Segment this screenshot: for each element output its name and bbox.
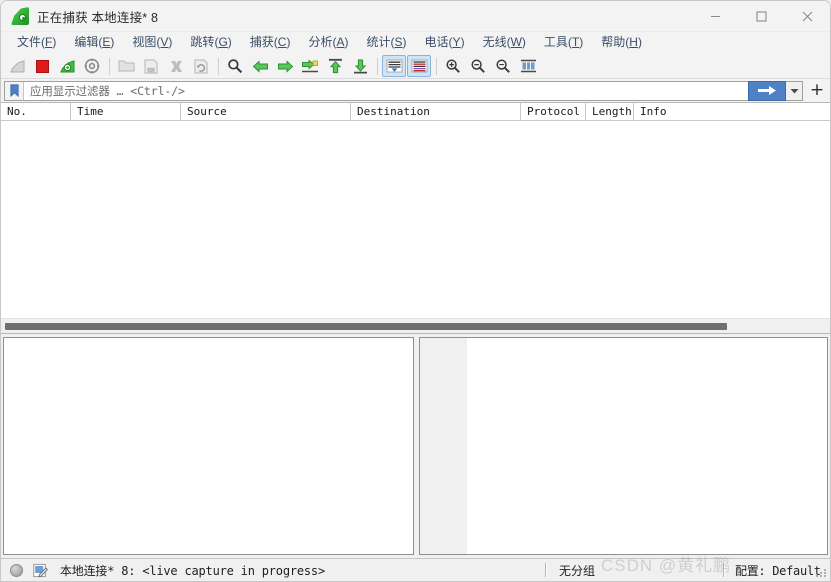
column-header-destination[interactable]: Destination [351, 103, 521, 120]
save-file-icon[interactable]: 010 [139, 55, 163, 77]
resize-columns-icon[interactable] [516, 55, 540, 77]
column-header-source[interactable]: Source [181, 103, 351, 120]
menu-item-analyze[interactable]: 分析(A) [299, 33, 357, 53]
capture-comment-icon[interactable] [33, 563, 49, 578]
packet-list-rows[interactable] [1, 121, 830, 318]
packet-grouping-status[interactable]: 无分组 [539, 562, 595, 579]
expert-info-circle-icon[interactable] [10, 563, 23, 577]
restart-capture-icon[interactable] [55, 55, 79, 77]
start-capture-icon[interactable] [5, 55, 29, 77]
stop-capture-icon[interactable] [30, 55, 54, 77]
resize-grip-icon[interactable] [816, 567, 827, 578]
menu-item-go[interactable]: 跳转(G) [181, 33, 240, 53]
menu-bar: 文件(F) 编辑(E) 视图(V) 跳转(G) 捕获(C) 分析(A) 统计(S… [1, 32, 830, 54]
go-to-first-icon[interactable] [323, 55, 347, 77]
colorize-packets-icon[interactable] [407, 55, 431, 77]
add-filter-button[interactable]: + [807, 81, 827, 101]
packet-list-horizontal-scrollbar[interactable] [1, 318, 830, 333]
display-filter-input[interactable]: 应用显示过滤器 … <Ctrl-/> [24, 83, 185, 99]
menu-item-capture[interactable]: 捕获(C) [241, 33, 300, 53]
display-filter-input-wrap[interactable]: 应用显示过滤器 … <Ctrl-/> [4, 80, 748, 101]
close-file-icon[interactable] [164, 55, 188, 77]
scrollbar-thumb[interactable] [5, 322, 728, 330]
menu-item-tools[interactable]: 工具(T) [535, 33, 592, 53]
zoom-reset-icon[interactable] [491, 55, 515, 77]
bytes-hex-area[interactable] [468, 338, 827, 554]
bytes-offset-gutter [420, 338, 468, 554]
close-icon[interactable] [784, 1, 830, 32]
go-forward-icon[interactable] [273, 55, 297, 77]
toolbar-separator [377, 57, 378, 75]
svg-text:010: 010 [147, 67, 155, 72]
column-header-protocol[interactable]: Protocol [521, 103, 586, 120]
reload-file-icon[interactable] [189, 55, 213, 77]
toolbar-separator [109, 57, 110, 75]
go-to-packet-icon[interactable] [298, 55, 322, 77]
capture-options-icon[interactable] [80, 55, 104, 77]
window-title: 正在捕获 本地连接* 8 [37, 10, 159, 25]
minimize-icon[interactable] [692, 1, 738, 32]
packet-list-header: No. Time Source Destination Protocol Len… [1, 103, 830, 121]
menu-item-file[interactable]: 文件(F) [8, 33, 65, 53]
status-bar: 本地连接* 8: <live capture in progress> 无分组 … [1, 558, 830, 581]
display-filter-bar: 应用显示过滤器 … <Ctrl-/> + [1, 79, 830, 102]
profile-label: 配置: Default [735, 563, 821, 578]
window-controls [692, 1, 830, 32]
column-header-info[interactable]: Info [634, 103, 830, 120]
chevron-down-icon[interactable] [786, 80, 803, 101]
go-back-icon[interactable] [248, 55, 272, 77]
maximize-icon[interactable] [738, 1, 784, 32]
main-toolbar: 010 [1, 54, 830, 79]
toolbar-separator [218, 57, 219, 75]
apply-filter-arrow-icon[interactable] [748, 80, 786, 101]
menu-item-wireless[interactable]: 无线(W) [474, 33, 535, 53]
menu-item-telephony[interactable]: 电话(Y) [416, 33, 474, 53]
wireshark-fin-icon [11, 7, 29, 25]
find-packet-icon[interactable] [223, 55, 247, 77]
open-file-icon[interactable] [114, 55, 138, 77]
menu-item-view[interactable]: 视图(V) [123, 33, 181, 53]
packet-list-pane[interactable]: No. Time Source Destination Protocol Len… [1, 102, 830, 334]
column-header-no[interactable]: No. [1, 103, 71, 120]
title-bar: 正在捕获 本地连接* 8 [1, 1, 830, 32]
menu-item-help[interactable]: 帮助(H) [592, 33, 651, 53]
profile-status[interactable]: 配置: Default [717, 562, 821, 579]
menu-item-statistics[interactable]: 统计(S) [358, 33, 416, 53]
lower-panes [1, 334, 830, 558]
packet-details-pane[interactable] [3, 337, 414, 555]
column-header-time[interactable]: Time [71, 103, 181, 120]
go-to-last-icon[interactable] [348, 55, 372, 77]
packet-bytes-pane[interactable] [419, 337, 828, 555]
filter-bookmark-icon[interactable] [5, 81, 24, 100]
menu-item-edit[interactable]: 编辑(E) [65, 33, 123, 53]
zoom-out-icon[interactable] [466, 55, 490, 77]
capture-status-text: 本地连接* 8: <live capture in progress> [60, 563, 325, 578]
toolbar-separator [436, 57, 437, 75]
status-separator [723, 563, 725, 577]
auto-scroll-icon[interactable] [382, 55, 406, 77]
grouping-label: 无分组 [559, 563, 596, 578]
wireshark-window: 正在捕获 本地连接* 8 文件(F) 编辑(E) 视图(V) 跳转(G) 捕获(… [0, 0, 831, 582]
column-header-length[interactable]: Length [586, 103, 634, 120]
zoom-in-icon[interactable] [441, 55, 465, 77]
status-separator [545, 563, 547, 577]
